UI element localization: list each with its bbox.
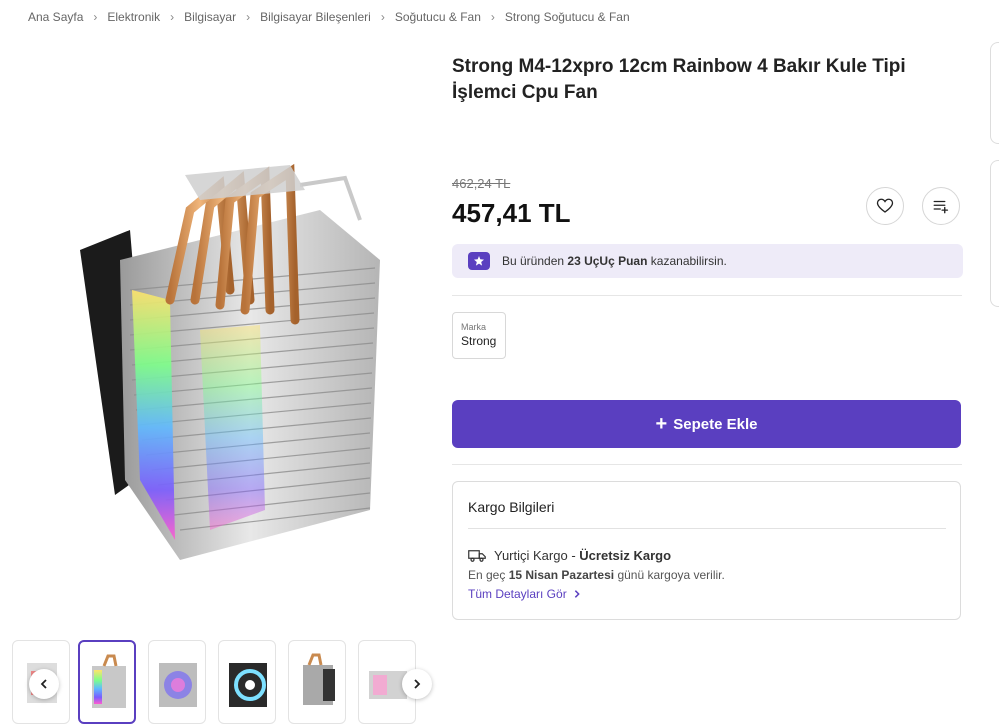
chevron-right-icon: › <box>246 10 251 24</box>
shipping-carrier: Yurtiçi Kargo <box>494 548 568 563</box>
chevron-right-icon: › <box>93 10 98 24</box>
thumbnail[interactable] <box>148 640 206 724</box>
heart-icon <box>876 198 894 213</box>
shipping-fee: Ücretsiz Kargo <box>579 548 672 563</box>
shipping-details-link[interactable]: Tüm Detayları Gör <box>468 587 582 601</box>
breadcrumb-item-components[interactable]: Bilgisayar Bileşenleri <box>260 10 371 24</box>
divider <box>468 528 946 529</box>
shipping-title: Kargo Bilgileri <box>468 499 555 515</box>
thumbnail[interactable] <box>288 640 346 724</box>
chevron-right-icon: › <box>490 10 495 24</box>
shipping-eta: En geç 15 Nisan Pazartesi günü kargoya v… <box>468 568 725 582</box>
shipping-carrier-row: Yurtiçi Kargo - Ücretsiz Kargo <box>468 548 671 563</box>
star-icon <box>468 252 490 270</box>
add-to-cart-label: Sepete Ekle <box>673 415 758 433</box>
brand-value: Strong <box>461 334 497 348</box>
breadcrumb-item-electronics[interactable]: Elektronik <box>107 10 160 24</box>
thumbnail-next-button[interactable] <box>402 669 432 699</box>
chevron-left-icon <box>40 679 47 689</box>
add-to-list-icon <box>933 200 949 214</box>
points-prefix: Bu üründen <box>502 254 565 268</box>
eta-prefix: En geç <box>468 568 506 582</box>
current-price: 457,41 TL <box>452 198 571 228</box>
add-to-cart-button[interactable]: + Sepete Ekle <box>452 400 961 448</box>
points-suffix: kazanabilirsin. <box>650 254 727 268</box>
thumbnail[interactable] <box>218 640 276 724</box>
chevron-right-icon <box>414 679 421 689</box>
product-main-image[interactable] <box>60 150 400 580</box>
favorite-button[interactable] <box>866 187 904 225</box>
chevron-right-icon: › <box>380 10 385 24</box>
plus-icon: + <box>655 413 668 435</box>
points-amount: 23 UçUç Puan <box>567 254 648 268</box>
truck-icon <box>468 549 486 562</box>
thumbnail-strip <box>12 640 448 724</box>
details-link-label: Tüm Detayları Gör <box>468 587 567 601</box>
chevron-right-icon: › <box>170 10 175 24</box>
breadcrumb-item-home[interactable]: Ana Sayfa <box>28 10 83 24</box>
brand-label: Marka <box>461 322 487 332</box>
breadcrumb: Ana Sayfa › Elektronik › Bilgisayar › Bi… <box>28 10 630 24</box>
brand-filter[interactable]: Marka Strong <box>452 312 506 359</box>
eta-suffix: günü kargoya verilir. <box>617 568 725 582</box>
thumbnail-prev-button[interactable] <box>29 669 59 699</box>
breadcrumb-item-brand-cooling[interactable]: Strong Soğutucu & Fan <box>505 10 630 24</box>
add-to-list-button[interactable] <box>922 187 960 225</box>
divider <box>452 464 962 465</box>
side-panel-tab[interactable] <box>990 42 999 144</box>
old-price: 462,24 TL <box>452 176 511 191</box>
thumbnail-active[interactable] <box>78 640 136 724</box>
shipping-dash: - <box>571 548 576 563</box>
breadcrumb-item-cooling[interactable]: Soğutucu & Fan <box>395 10 481 24</box>
chevron-right-icon <box>574 590 580 598</box>
eta-date: 15 Nisan Pazartesi <box>508 568 615 582</box>
product-title: Strong M4-12xpro 12cm Rainbow 4 Bakır Ku… <box>452 56 906 103</box>
points-banner: Bu üründen 23 UçUç Puan kazanabilirsin. <box>452 244 963 278</box>
breadcrumb-item-computer[interactable]: Bilgisayar <box>184 10 236 24</box>
shipping-info-card: Kargo Bilgileri Yurtiçi Kargo - Ücretsiz… <box>452 481 961 620</box>
divider <box>452 295 962 296</box>
side-panel-tab[interactable] <box>990 160 999 307</box>
